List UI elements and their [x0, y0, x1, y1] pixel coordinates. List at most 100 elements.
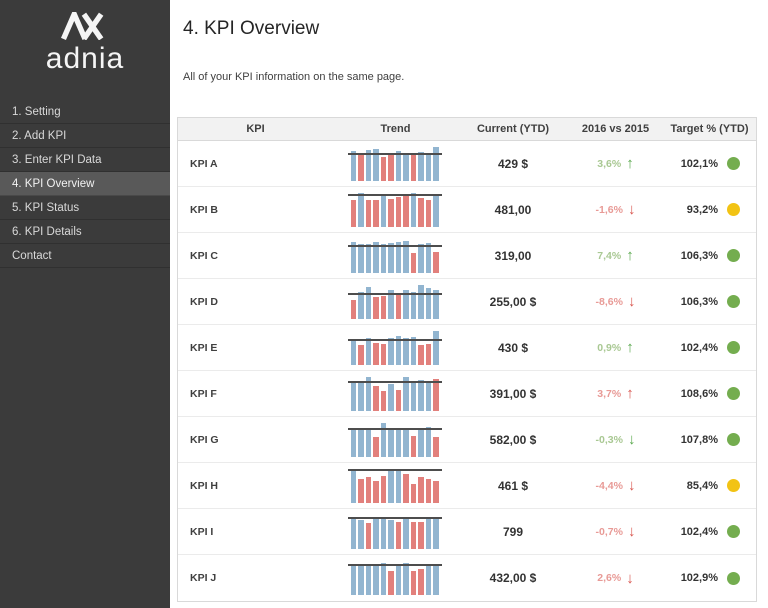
trend-bar [395, 150, 401, 181]
change-arrow-up-icon: ↑ [626, 247, 634, 264]
trend-cell [333, 239, 458, 273]
change-arrow-down-icon: ↓ [627, 431, 636, 448]
current-value: 430 $ [497, 340, 529, 355]
trend-bar [403, 516, 409, 549]
trend-bar [358, 192, 364, 227]
change-value: -1,6% [595, 203, 623, 216]
change-cell: -0,3% ↓ [568, 432, 663, 447]
trend-bar [380, 475, 386, 503]
trend-bar [358, 478, 364, 503]
change-arrow-down-icon: ↓ [626, 569, 634, 587]
status-dot-green [727, 341, 740, 354]
kpi-label: KPI C [190, 249, 219, 262]
sidebar-item-4-kpi-overview[interactable]: 4. KPI Overview [0, 172, 170, 196]
target-value: 102,1% [680, 157, 718, 170]
trend-bar [373, 436, 379, 457]
trend-bar [388, 571, 394, 595]
trend-bar [433, 330, 439, 365]
change-cell: 3,6% ↑ [568, 156, 663, 171]
trend-bar [425, 478, 431, 503]
trend-bar [418, 427, 424, 457]
trend-bar [365, 337, 371, 365]
change-value: -4,4% [595, 479, 623, 492]
trend-bar [373, 199, 379, 227]
column-header-2016-vs-2015: 2016 vs 2015 [581, 123, 650, 135]
trend-bar [365, 429, 371, 457]
trend-bar [365, 476, 371, 503]
target-value: 102,4% [680, 341, 718, 354]
change-value: 2,6% [597, 572, 622, 584]
sidebar-item-5-kpi-status[interactable]: 5. KPI Status [0, 196, 170, 220]
trend-bar [350, 381, 356, 411]
column-header-trend: Trend [380, 123, 411, 135]
trend-target-line [347, 380, 442, 383]
trend-bar [418, 197, 424, 227]
change-arrow-down-icon: ↓ [627, 293, 636, 310]
trend-target-line [347, 244, 442, 247]
trend-target-line [347, 152, 442, 155]
status-dot-yellow [727, 479, 740, 492]
trend-bar [358, 566, 364, 595]
trend-bar [395, 468, 401, 503]
trend-bar [418, 476, 424, 503]
trend-bar [373, 296, 379, 319]
target-value: 85,4% [686, 479, 718, 492]
main-content: 4. KPI Overview All of your KPI informat… [170, 0, 768, 608]
trend-bar [433, 378, 439, 411]
table-row-kpi-c: KPI C 319,00 7,4% ↑ 106,3% [178, 233, 756, 279]
sidebar-item-3-enter-kpi-data[interactable]: 3. Enter KPI Data [0, 148, 170, 172]
change-cell: -4,4% ↓ [568, 478, 663, 493]
trend-bar [418, 243, 424, 273]
trend-bar [358, 243, 364, 273]
target-value: 106,3% [680, 249, 718, 262]
change-cell: 2,6% ↓ [568, 571, 663, 586]
trend-bar [380, 343, 386, 365]
trend-bar [358, 427, 364, 457]
sidebar-item-contact[interactable]: Contact [0, 244, 170, 268]
trend-cell [333, 330, 458, 365]
trend-bar [350, 299, 356, 319]
trend-bar [358, 291, 364, 319]
trend-bar [410, 381, 416, 411]
trend-bar [403, 473, 409, 503]
trend-bar [418, 521, 424, 549]
trend-target-line [347, 516, 442, 519]
trend-sparkline [347, 284, 442, 319]
trend-bar [395, 566, 401, 595]
status-dot-green [727, 295, 740, 308]
page-subtitle: All of your KPI information on the same … [183, 71, 405, 83]
current-value: 799 [502, 524, 524, 539]
trend-bar [350, 468, 356, 503]
trend-sparkline [347, 422, 442, 457]
sidebar-item-1-setting[interactable]: 1. Setting [0, 100, 170, 124]
table-row-kpi-g: KPI G 582,00 $ -0,3% ↓ 107,8% [178, 417, 756, 463]
trend-bar [350, 199, 356, 227]
current-value: 319,00 [494, 248, 532, 263]
trend-bar [425, 152, 431, 181]
table-row-kpi-d: KPI D 255,00 $ -8,6% ↓ 106,3% [178, 279, 756, 325]
sidebar: adnia 1. Setting 2. Add KPI 3. Enter KPI D… [0, 0, 170, 608]
trend-bar [388, 198, 394, 227]
trend-target-line [347, 193, 442, 196]
trend-bar [410, 192, 416, 227]
trend-bar [395, 196, 401, 227]
status-dot-green [727, 433, 740, 446]
trend-bar [418, 151, 424, 181]
trend-sparkline [347, 146, 442, 181]
trend-bar [388, 242, 394, 273]
target-cell: 102,1% [663, 157, 756, 170]
trend-bar [358, 519, 364, 549]
target-value: 106,3% [680, 295, 718, 308]
target-value: 107,8% [680, 433, 718, 446]
adnia-logo: adnia [0, 0, 170, 76]
current-value: 255,00 $ [489, 294, 537, 309]
trend-bar [433, 517, 439, 549]
trend-bar [388, 468, 394, 503]
sidebar-item-2-add-kpi[interactable]: 2. Add KPI [0, 124, 170, 148]
sidebar-item-6-kpi-details[interactable]: 6. KPI Details [0, 220, 170, 244]
trend-bar [388, 383, 394, 411]
current-value: 461 $ [497, 478, 529, 493]
change-value: 0,9% [597, 341, 622, 354]
change-value: -0,3% [595, 433, 623, 446]
trend-bar [380, 390, 386, 411]
